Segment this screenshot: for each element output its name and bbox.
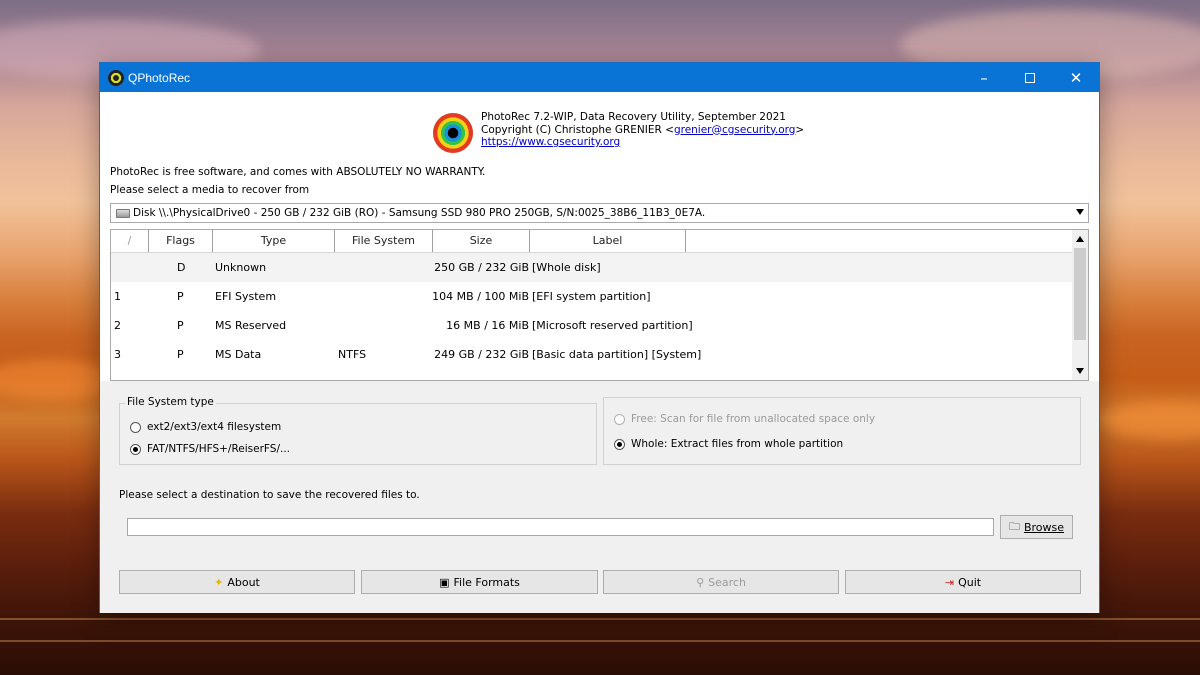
quit-button[interactable]: ⇥ Quit (845, 570, 1081, 594)
cell-flags: P (177, 348, 184, 361)
website-link[interactable]: https://www.cgsecurity.org (481, 136, 620, 148)
warranty-notice: PhotoRec is free software, and comes wit… (110, 166, 486, 178)
file-system-type-legend: File System type (125, 396, 216, 408)
radio-fat-filesystem[interactable]: FAT/NTFS/HFS+/ReiserFS/... (130, 443, 290, 455)
cell-num: 2 (114, 319, 121, 332)
version-line: PhotoRec 7.2-WIP, Data Recovery Utility,… (481, 111, 786, 123)
qphotorec-window: QPhotoRec – ✕ PhotoRec 7.2-WIP, Data Rec… (99, 62, 1100, 613)
copyright-line: Copyright (C) Christophe GRENIER <grenie… (481, 123, 805, 136)
about-label: About (227, 575, 260, 589)
cell-size: 249 GB / 232 GiB (434, 348, 529, 361)
radio-ext-label: ext2/ext3/ext4 filesystem (147, 421, 282, 433)
column-header-size[interactable]: Size (433, 230, 530, 252)
close-icon: ✕ (1069, 68, 1083, 87)
table-row[interactable]: 3 P MS Data NTFS 249 GB / 232 GiB [Basic… (111, 340, 1088, 369)
app-icon (108, 69, 124, 86)
partition-table[interactable]: / Flags Type File System Size Label D Un… (110, 229, 1089, 381)
search-button[interactable]: ⚲ Search (603, 570, 839, 594)
table-row[interactable]: 2 P MS Reserved 16 MB / 16 MiB [Microsof… (111, 311, 1088, 340)
close-button[interactable]: ✕ (1053, 63, 1099, 92)
cell-flags: D (177, 261, 186, 274)
folder-icon: 🗀 (1008, 519, 1020, 533)
about-button[interactable]: ✦ About (119, 570, 355, 594)
search-label: Search (708, 575, 746, 589)
image-icon: ▣ (439, 575, 450, 589)
cell-label: [Whole disk] (532, 261, 601, 274)
cell-label: [Basic data partition] [System] (532, 348, 702, 361)
column-header-sort[interactable]: / (111, 230, 149, 252)
browse-label: Browse (1023, 520, 1065, 534)
destination-prompt: Please select a destination to save the … (119, 489, 420, 501)
media-prompt: Please select a media to recover from (110, 184, 310, 196)
scroll-down-icon[interactable] (1076, 368, 1084, 374)
column-header-type[interactable]: Type (213, 230, 335, 252)
cell-file-system: NTFS (338, 348, 367, 361)
maximize-button[interactable] (1007, 63, 1053, 92)
table-header: / Flags Type File System Size Label (111, 230, 1088, 253)
cell-label: [Microsoft reserved partition] (532, 319, 693, 332)
radio-free-space[interactable]: Free: Scan for file from unallocated spa… (614, 413, 875, 425)
window-title: QPhotoRec (128, 70, 191, 85)
radio-button-disabled[interactable] (614, 413, 625, 425)
minimize-button[interactable]: – (961, 63, 1007, 92)
disk-icon (116, 208, 130, 218)
cell-type: MS Data (215, 348, 262, 361)
cell-size: 104 MB / 100 MiB (432, 290, 529, 303)
cell-num: 1 (114, 290, 121, 303)
cell-size: 250 GB / 232 GiB (434, 261, 529, 274)
minimize-icon: – (980, 68, 988, 87)
cell-num: 3 (114, 348, 121, 361)
horizon-line (0, 618, 1200, 620)
radio-fat-label: FAT/NTFS/HFS+/ReiserFS/... (147, 443, 290, 455)
cell-type: Unknown (215, 261, 267, 274)
scroll-up-icon[interactable] (1076, 236, 1084, 242)
radio-whole-label: Whole: Extract files from whole partitio… (631, 438, 844, 450)
search-icon: ⚲ (696, 575, 705, 589)
radio-whole-partition[interactable]: Whole: Extract files from whole partitio… (614, 438, 843, 450)
radio-ext-filesystem[interactable]: ext2/ext3/ext4 filesystem (130, 421, 281, 433)
browse-button[interactable]: 🗀 Browse (1000, 515, 1073, 539)
disk-select-dropdown[interactable]: Disk \\.\PhysicalDrive0 - 250 GB / 232 G… (110, 203, 1089, 223)
table-row[interactable]: D Unknown 250 GB / 232 GiB [Whole disk] (111, 253, 1088, 282)
horizon-line (0, 640, 1200, 642)
email-link[interactable]: grenier@cgsecurity.org (674, 124, 795, 136)
table-scrollbar[interactable] (1072, 230, 1088, 380)
title-bar[interactable]: QPhotoRec – ✕ (100, 63, 1099, 92)
header-text: PhotoRec 7.2-WIP, Data Recovery Utility,… (481, 111, 804, 153)
column-header-file-system[interactable]: File System (335, 230, 433, 252)
background-cloud (1100, 400, 1200, 440)
cell-flags: P (177, 290, 184, 303)
disk-select-value: Disk \\.\PhysicalDrive0 - 250 GB / 232 G… (133, 207, 706, 219)
column-header-flags[interactable]: Flags (149, 230, 213, 252)
cell-type: EFI System (215, 290, 277, 303)
column-header-label[interactable]: Label (530, 230, 686, 252)
table-row[interactable]: 1 P EFI System 104 MB / 100 MiB [EFI sys… (111, 282, 1088, 311)
destination-path-input[interactable] (127, 518, 994, 536)
maximize-icon (1025, 72, 1035, 83)
app-header: PhotoRec 7.2-WIP, Data Recovery Utility,… (433, 111, 804, 153)
radio-button[interactable] (130, 421, 141, 433)
file-system-type-group: File System type ext2/ext3/ext4 filesyst… (119, 396, 597, 465)
file-formats-label: File Formats (453, 575, 520, 589)
file-formats-button[interactable]: ▣ File Formats (361, 570, 598, 594)
cell-size: 16 MB / 16 MiB (446, 319, 529, 332)
cell-label: [EFI system partition] (532, 290, 651, 303)
cell-type: MS Reserved (215, 319, 287, 332)
quit-label: Quit (958, 575, 982, 589)
scrollbar-thumb[interactable] (1074, 248, 1086, 340)
radio-free-label: Free: Scan for file from unallocated spa… (631, 413, 876, 425)
radio-button-checked[interactable] (130, 443, 141, 455)
photorec-logo-icon (433, 113, 473, 153)
star-icon: ✦ (214, 575, 224, 589)
chevron-down-icon[interactable] (1076, 209, 1084, 215)
cell-flags: P (177, 319, 184, 332)
scan-mode-group: Free: Scan for file from unallocated spa… (603, 397, 1081, 465)
exit-icon: ⇥ (944, 575, 955, 589)
radio-button-checked[interactable] (614, 438, 625, 450)
